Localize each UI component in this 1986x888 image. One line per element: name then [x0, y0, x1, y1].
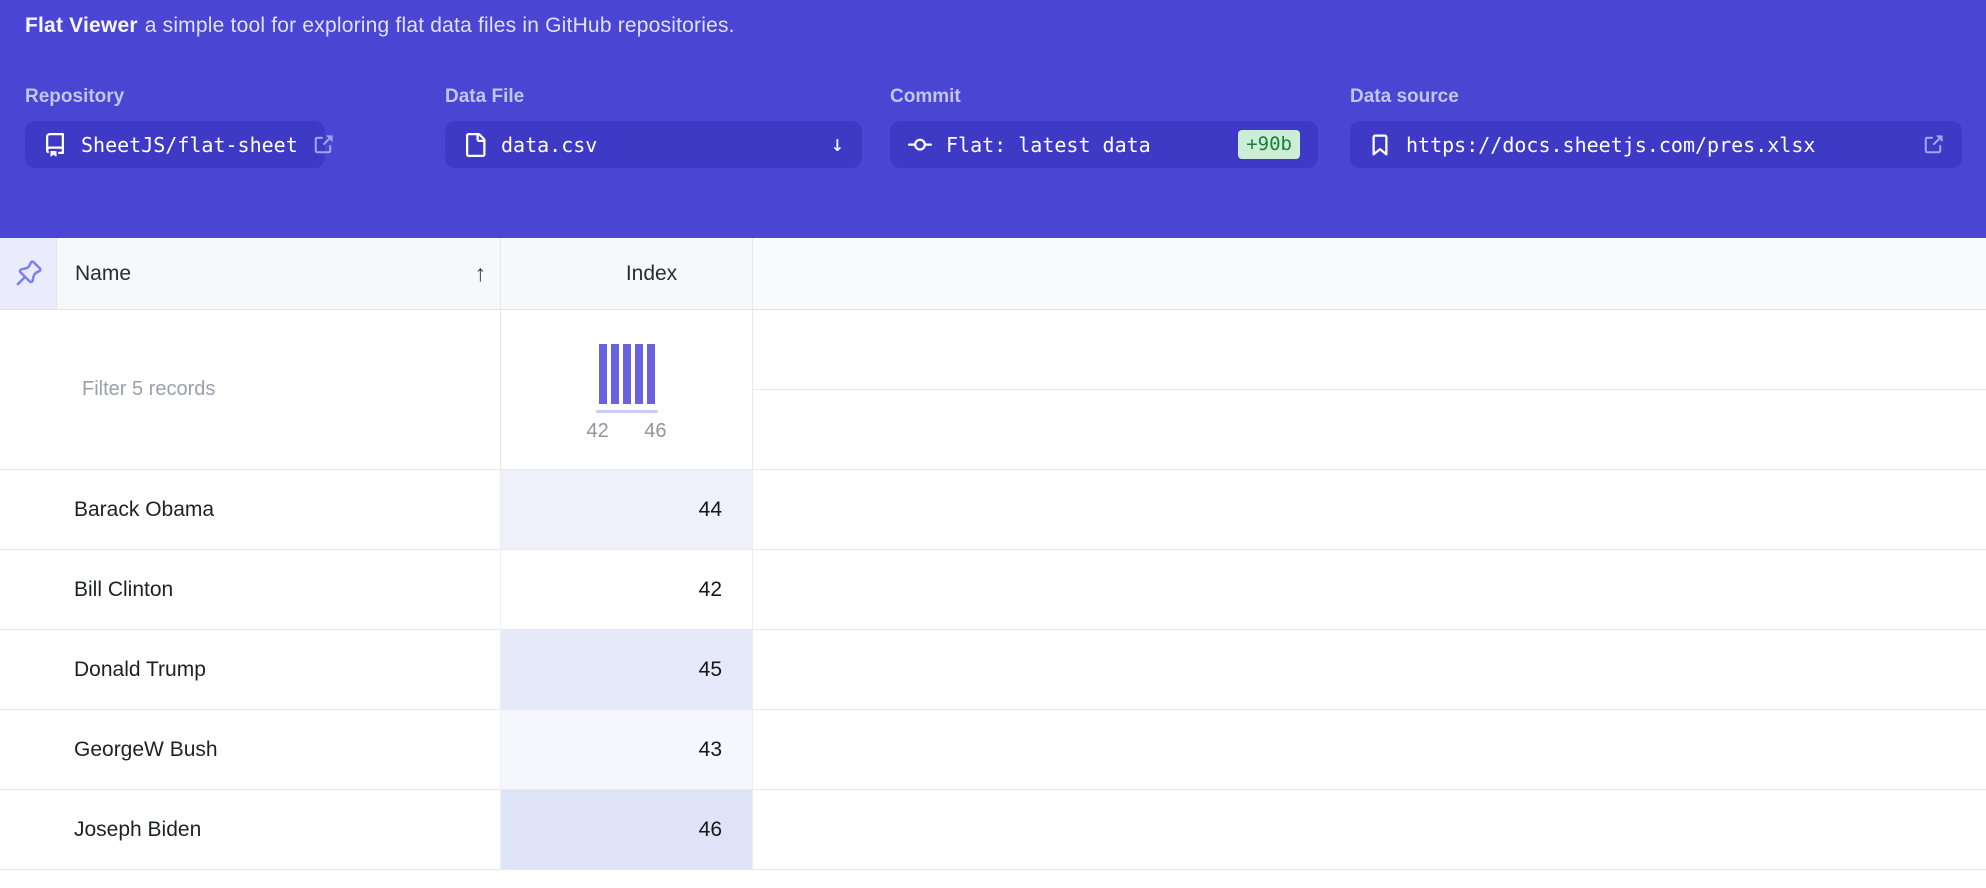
cell-name: Bill Clinton [0, 550, 501, 629]
cell-index: 43 [501, 710, 753, 789]
cell-name: Barack Obama [0, 470, 501, 549]
commit-label: Commit [890, 86, 1318, 108]
repository-label: Repository [25, 86, 325, 108]
histogram-bar [635, 344, 643, 404]
grid-filter-row: 42 46 [0, 310, 1986, 470]
column-header-name[interactable]: Name ↑ [57, 238, 501, 309]
data-source-link[interactable]: https://docs.sheetjs.com/pres.xlsx [1350, 121, 1962, 168]
flat-viewer-app: Flat Viewer a simple tool for exploring f… [0, 0, 1986, 888]
filter-cell [0, 310, 501, 469]
data-file-dropdown[interactable]: data.csv ↓ [445, 121, 862, 168]
repository-control: Repository SheetJS/flat-sheet [25, 86, 325, 168]
data-file-name: data.csv [501, 133, 597, 157]
commit-control: Commit Flat: latest data +90b [890, 86, 1318, 168]
app-subtitle: a simple tool for exploring flat data fi… [145, 14, 735, 37]
histogram-min-label: 42 [587, 420, 609, 443]
data-grid: Name ↑ Index [0, 238, 1986, 888]
histogram-bar [623, 344, 631, 404]
commit-diff-badge: +90b [1238, 130, 1300, 159]
cell-name: Donald Trump [0, 630, 501, 709]
external-link-icon [312, 134, 334, 156]
cell-index: 42 [501, 550, 753, 629]
repository-name: SheetJS/flat-sheet [81, 133, 298, 157]
grid-header-empty [753, 238, 1986, 309]
app-title-line: Flat Viewer a simple tool for exploring f… [25, 14, 735, 38]
histogram-bar [599, 344, 607, 404]
cell-index: 46 [501, 790, 753, 869]
table-row: Joseph Biden 46 [0, 790, 1986, 870]
app-header: Flat Viewer a simple tool for exploring f… [0, 0, 1986, 238]
histogram-axis-labels: 42 46 [587, 420, 667, 443]
grid-header-row: Name ↑ Index [0, 238, 1986, 310]
data-source-label: Data source [1350, 86, 1962, 108]
file-icon [463, 133, 487, 157]
grid-line [753, 389, 1986, 390]
chevron-down-icon: ↓ [831, 132, 844, 157]
commit-button[interactable]: Flat: latest data +90b [890, 121, 1318, 168]
histogram-bar [647, 344, 655, 404]
repository-button[interactable]: SheetJS/flat-sheet [25, 121, 325, 168]
app-title: Flat Viewer [25, 14, 138, 37]
histogram-max-label: 46 [644, 420, 666, 443]
data-file-label: Data File [445, 86, 862, 108]
external-link-icon [1922, 134, 1944, 156]
column-index-label: Index [626, 262, 677, 286]
sticky-column-toggle[interactable] [0, 238, 57, 309]
data-source-control: Data source https://docs.sheetjs.com/pre… [1350, 86, 1962, 168]
column-header-index[interactable]: Index [501, 238, 753, 309]
cell-name: Joseph Biden [0, 790, 501, 869]
cell-name: GeorgeW Bush [0, 710, 501, 789]
table-row: Donald Trump 45 [0, 630, 1986, 710]
table-row: Bill Clinton 42 [0, 550, 1986, 630]
commit-message: Flat: latest data [946, 133, 1151, 157]
table-row: GeorgeW Bush 43 [0, 710, 1986, 790]
sort-ascending-icon: ↑ [475, 260, 487, 287]
data-file-control: Data File data.csv ↓ [445, 86, 862, 168]
table-row: Barack Obama 44 [0, 470, 1986, 550]
histogram-range-track [596, 410, 658, 413]
cell-index: 45 [501, 630, 753, 709]
column-name-label: Name [75, 262, 131, 286]
data-source-url: https://docs.sheetjs.com/pres.xlsx [1406, 133, 1815, 157]
git-commit-icon [908, 133, 932, 157]
histogram-bar [611, 344, 619, 404]
pin-icon [15, 260, 42, 287]
repo-book-icon [43, 133, 67, 157]
filter-input[interactable] [0, 310, 500, 469]
bookmark-icon [1368, 133, 1392, 157]
cell-index: 44 [501, 470, 753, 549]
index-histogram[interactable]: 42 46 [501, 310, 753, 469]
histogram-bars [599, 344, 655, 404]
